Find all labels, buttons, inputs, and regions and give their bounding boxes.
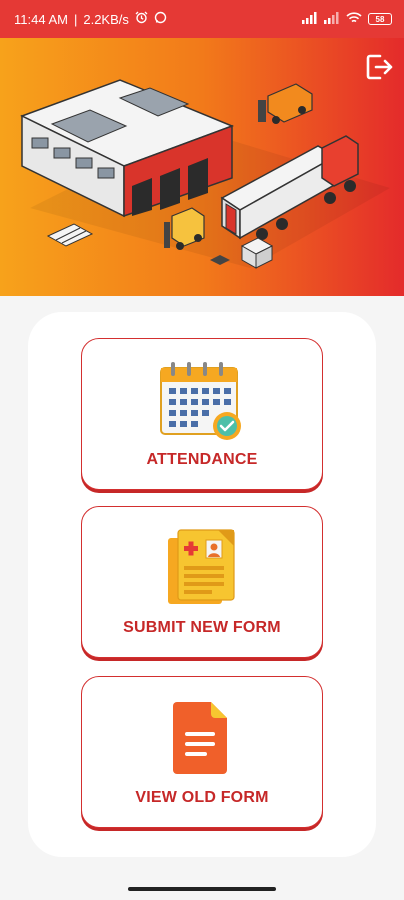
view-old-form-button[interactable]: VIEW OLD FORM	[81, 676, 323, 828]
attendance-button[interactable]: ATTENDANCE	[81, 338, 323, 490]
document-icon	[173, 702, 227, 774]
home-indicator[interactable]	[128, 887, 276, 891]
status-bar: 11:44 AM | 2.2KB/s 58	[0, 0, 404, 38]
submit-new-form-label: SUBMIT NEW FORM	[123, 619, 281, 636]
logout-icon	[366, 54, 393, 80]
view-old-form-label: VIEW OLD FORM	[135, 789, 269, 806]
status-net-speed: 2.2KB/s	[83, 11, 129, 27]
alarm-icon	[135, 11, 148, 27]
calendar-check-icon	[160, 362, 241, 440]
battery-icon: 58	[368, 13, 392, 25]
warehouse-illustration	[20, 79, 390, 269]
medical-form-icon	[168, 529, 235, 604]
logout-button[interactable]	[362, 50, 396, 84]
signal-icon	[302, 11, 318, 27]
submit-new-form-button[interactable]: SUBMIT NEW FORM	[81, 506, 323, 658]
wifi-icon	[346, 11, 362, 27]
attendance-label: ATTENDANCE	[146, 451, 258, 468]
status-time: 11:44 AM	[14, 11, 68, 27]
signal-icon-2	[324, 11, 340, 27]
whatsapp-icon	[154, 11, 167, 27]
header-banner	[0, 38, 404, 296]
